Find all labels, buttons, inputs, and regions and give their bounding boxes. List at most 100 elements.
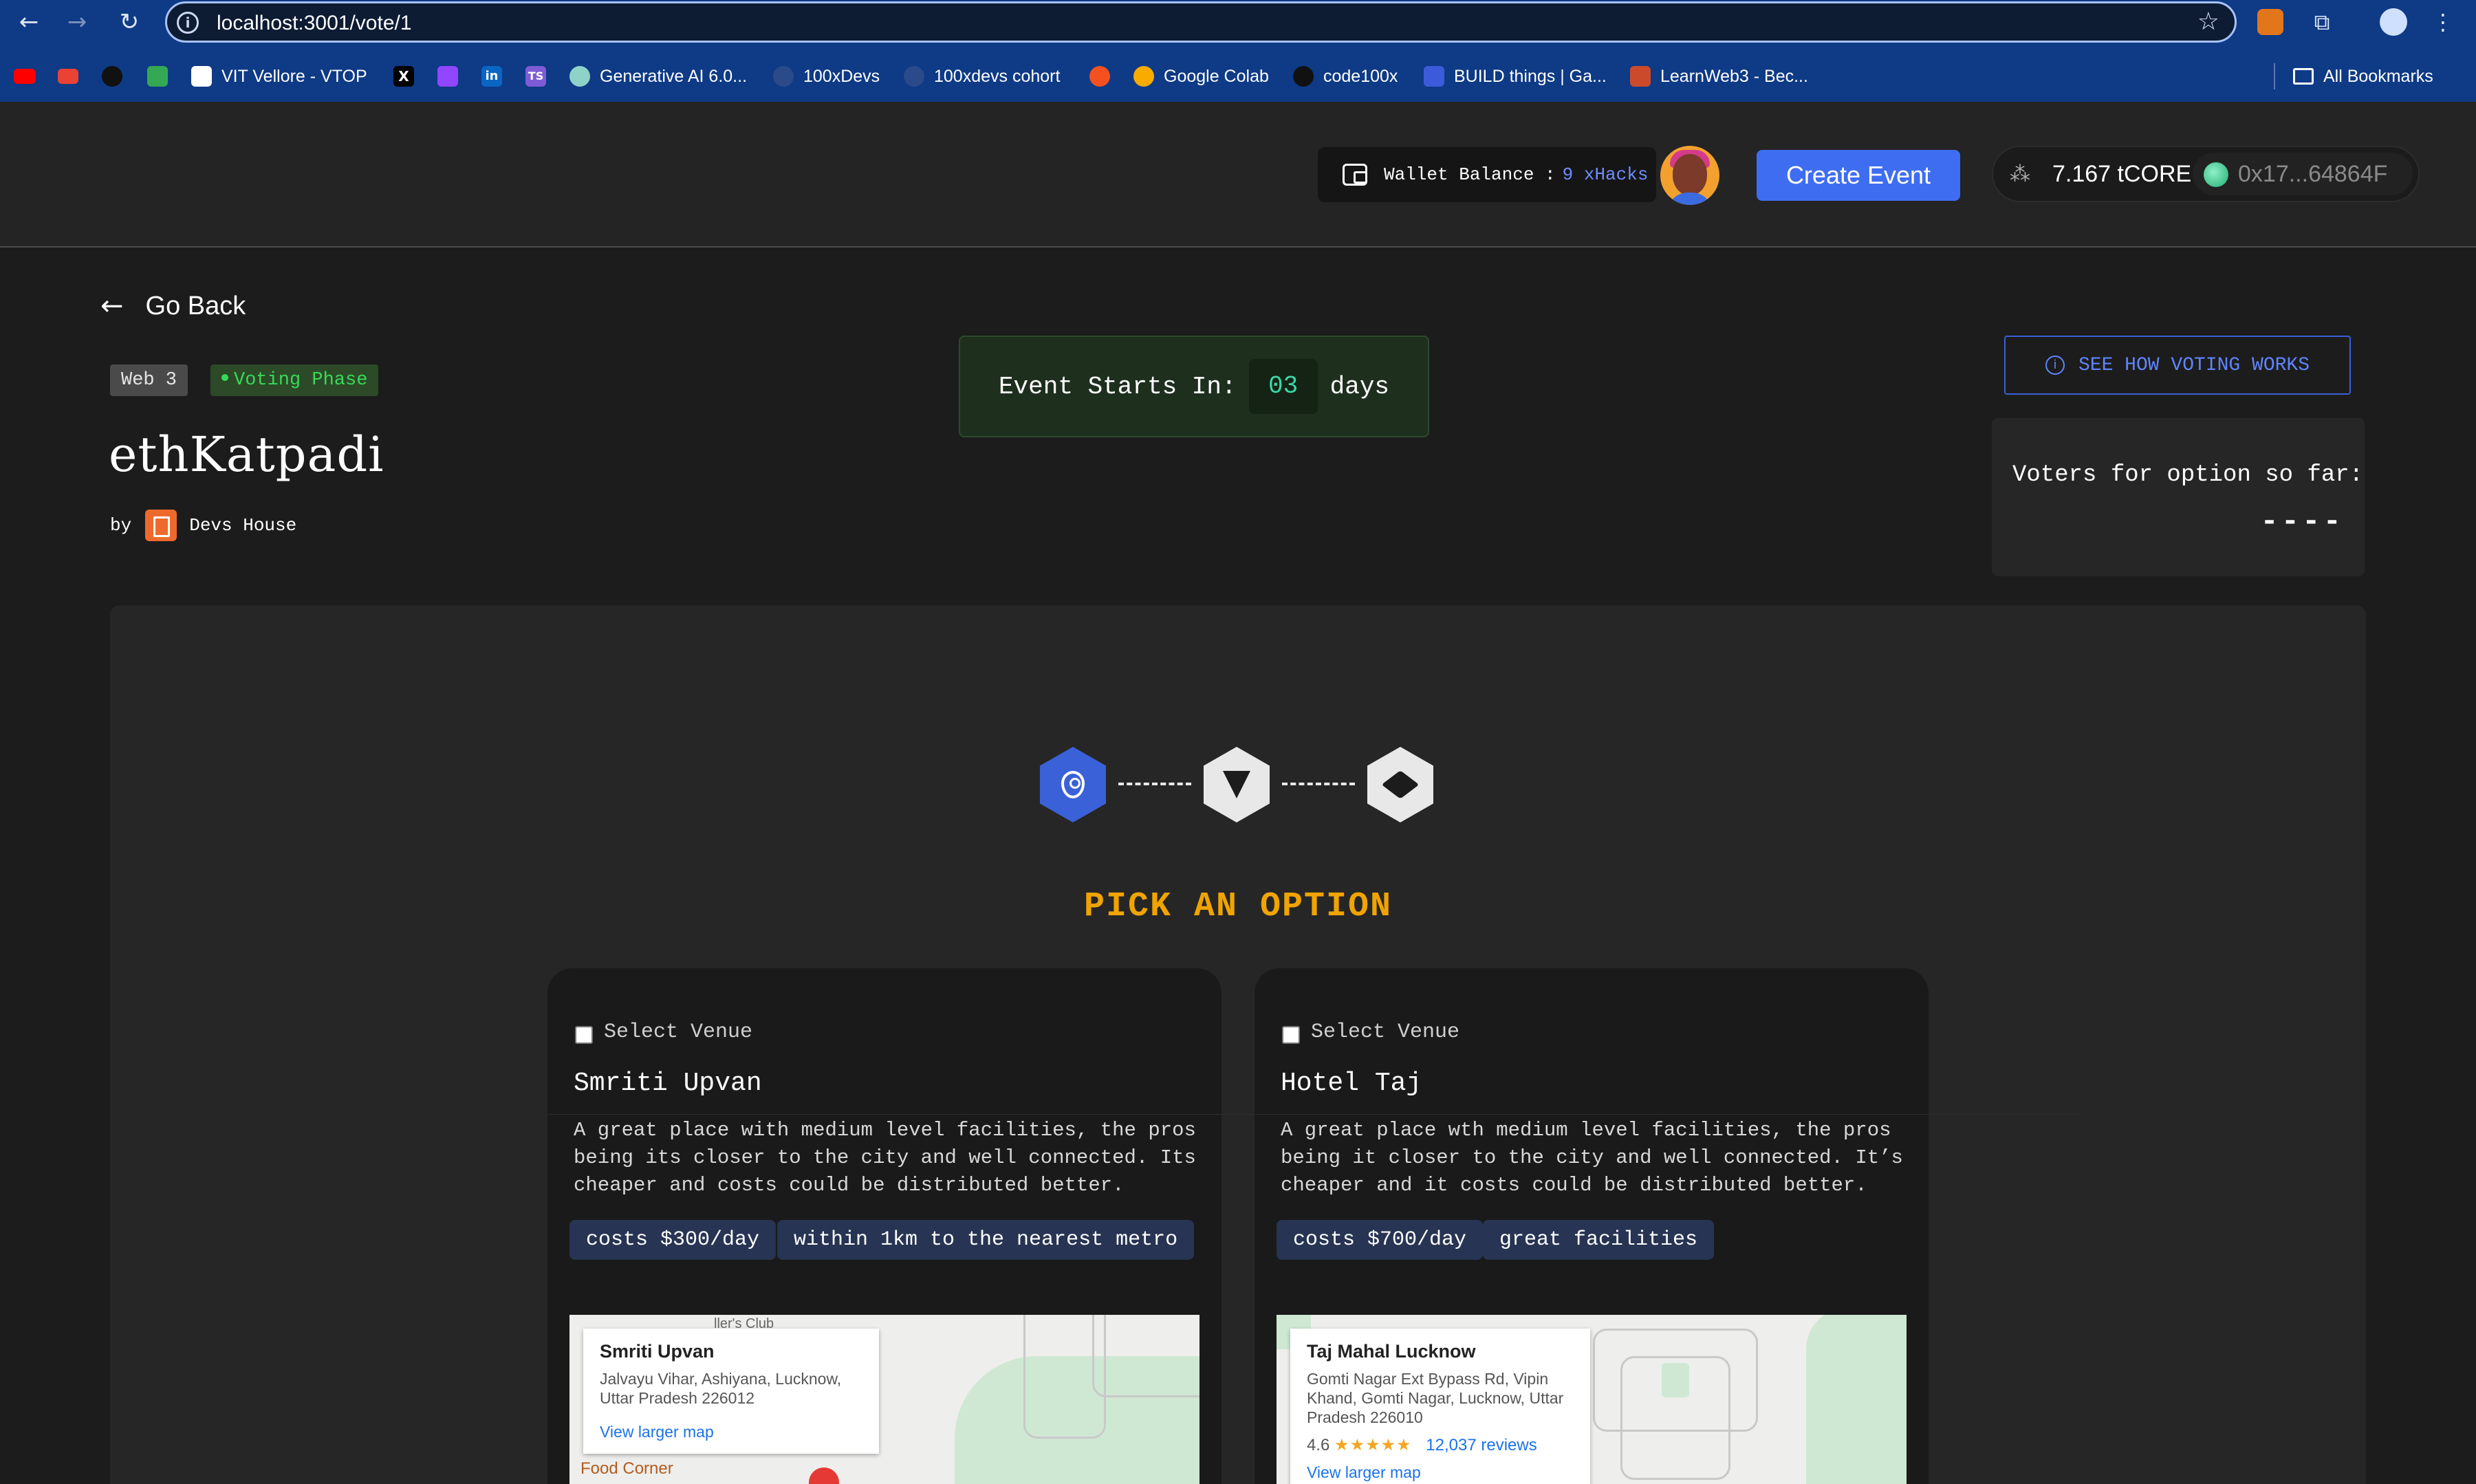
map-poi-label: Food Corner	[580, 1459, 673, 1478]
bookmark-youtube[interactable]	[14, 63, 45, 89]
option-card: Select Venue Hotel Taj A great place wth…	[1255, 968, 2080, 1484]
organizer-logo-icon	[145, 510, 177, 541]
step-connector	[1118, 783, 1191, 785]
voters-value: ----	[2260, 505, 2344, 539]
select-venue-label[interactable]: Select Venue	[604, 1021, 752, 1044]
bookmark-code100x[interactable]: code100x	[1293, 63, 1398, 89]
profile-avatar-icon[interactable]	[2380, 8, 2407, 36]
site-info-icon[interactable]: i	[177, 12, 199, 34]
venue-map[interactable]: Taj Mahal Lucknow Gomti Nagar Ext Bypass…	[1277, 1315, 1907, 1484]
bookmark-colab[interactable]: Google Colab	[1133, 63, 1269, 89]
network-icon: ⁂	[2010, 162, 2030, 186]
bookmark-label: 100xDevs	[803, 66, 880, 86]
countdown-unit: days	[1329, 372, 1390, 401]
bookmark-star-icon[interactable]: ☆	[2197, 8, 2219, 36]
extensions-puzzle-icon[interactable]: ⧉	[2307, 7, 2337, 37]
browser-menu-icon[interactable]: ⋮	[2428, 7, 2458, 37]
option-description: A great place wth medium level facilitie…	[1281, 1119, 1903, 1197]
pizza-icon	[1223, 771, 1250, 798]
go-back-link[interactable]: ← Go Back	[100, 289, 246, 323]
account-address: 0x17...64864F	[2238, 161, 2388, 187]
phase-label: Voting Phase	[234, 370, 368, 391]
genai-icon	[569, 66, 590, 87]
bookmark-100xdevs[interactable]: 100xDevs	[773, 63, 880, 89]
user-avatar[interactable]	[1660, 146, 1719, 205]
feature-chip: within 1km to the nearest metro	[777, 1220, 1195, 1260]
bookmark-twitch[interactable]	[437, 63, 468, 89]
app-header: Wallet Balance : 9 xHacks Create Event ⁂…	[0, 102, 2476, 248]
feature-chip: costs $700/day	[1277, 1220, 1484, 1260]
bookmark-github[interactable]	[102, 63, 132, 89]
countdown-value: 03	[1248, 359, 1318, 414]
select-venue-checkbox[interactable]	[1282, 1026, 1300, 1044]
typescript-icon: TS	[525, 66, 546, 87]
cube-icon	[1381, 770, 1420, 799]
all-bookmarks[interactable]: All Bookmarks	[2274, 63, 2433, 89]
build-icon	[1424, 66, 1444, 87]
avatar-shirt	[1667, 193, 1713, 205]
account-address-button[interactable]: 0x17...64864F	[2193, 153, 2413, 195]
folder-icon	[2293, 68, 2314, 85]
view-larger-map-link[interactable]: View larger map	[1307, 1463, 1574, 1482]
map-rating: 4.6 ★★★★★ 12,037 reviews	[1307, 1435, 1574, 1455]
network-account-pill[interactable]: ⁂ 7.167 tCORE 0x17...64864F	[1992, 146, 2420, 202]
map-place-address: Gomti Nagar Ext Bypass Rd, Vipin Khand, …	[1307, 1370, 1564, 1426]
map-place-address: Jalvayu Vihar, Ashiyana, Lucknow, Uttar …	[600, 1370, 842, 1407]
bookmark-meet[interactable]	[147, 63, 177, 89]
wallet-icon	[1343, 164, 1367, 186]
phase-tag: Voting Phase	[210, 364, 379, 396]
voters-count-card: Voters for option so far: ----	[1992, 418, 2365, 576]
feature-chip: costs $300/day	[569, 1220, 777, 1260]
reviews-link[interactable]: 12,037 reviews	[1426, 1436, 1536, 1454]
address-bar[interactable]: i localhost:3001/vote/1 ☆	[165, 1, 2237, 43]
colab-icon	[1133, 66, 1154, 87]
github-icon	[102, 66, 122, 87]
url-text[interactable]: localhost:3001/vote/1	[217, 12, 412, 35]
bookmark-genai[interactable]: Generative AI 6.0...	[569, 63, 747, 89]
bookmark-typescript[interactable]: TS	[525, 63, 556, 89]
rating-value: 4.6	[1307, 1436, 1330, 1454]
bookmarks-bar: VIT Vellore - VTOP X in TS Generative AI…	[0, 58, 2476, 94]
rating-stars-icon: ★★★★★	[1334, 1436, 1412, 1454]
metamask-extension-icon[interactable]	[2257, 9, 2283, 35]
option-name: Hotel Taj	[1281, 1069, 1422, 1098]
twitch-icon	[437, 66, 458, 87]
map-marker-icon[interactable]	[802, 1461, 846, 1484]
map-place-title: Smriti Upvan	[600, 1341, 715, 1362]
select-venue-label[interactable]: Select Venue	[1311, 1021, 1459, 1044]
bookmark-label: LearnWeb3 - Bec...	[1660, 66, 1808, 86]
bookmark-100xdevs-cohort[interactable]: 100xdevs cohort	[904, 63, 1060, 89]
bookmark-linkedin[interactable]: in	[481, 63, 512, 89]
see-how-voting-works-button[interactable]: i SEE HOW VOTING WORKS	[2004, 336, 2351, 395]
location-pin-icon	[1061, 771, 1085, 798]
bookmark-label: 100xdevs cohort	[934, 66, 1061, 86]
forward-arrow-icon[interactable]: →	[62, 7, 92, 37]
bookmark-vtop[interactable]: VIT Vellore - VTOP	[191, 63, 367, 89]
bookmark-build[interactable]: BUILD things | Ga...	[1424, 63, 1607, 89]
reload-icon[interactable]: ↻	[114, 7, 144, 37]
option-card: Select Venue Smriti Upvan A great place …	[547, 968, 1373, 1484]
linkedin-icon: in	[481, 66, 502, 87]
option-description: A great place with medium level faciliti…	[574, 1119, 1196, 1197]
select-venue-checkbox[interactable]	[575, 1026, 593, 1044]
bookmark-x[interactable]: X	[393, 63, 424, 89]
event-title: ethKatpadi	[109, 426, 384, 483]
bookmark-learnweb3[interactable]: LearnWeb3 - Bec...	[1630, 63, 1808, 89]
create-event-button[interactable]: Create Event	[1757, 150, 1960, 201]
venue-map[interactable]: ller's Club Food Corner Smriti Upvan Jal…	[569, 1315, 1199, 1484]
organizer-name[interactable]: Devs House	[189, 515, 296, 536]
pick-option-heading: PICK AN OPTION	[1083, 887, 1393, 926]
card-divider	[1255, 1114, 2080, 1115]
go-back-label: Go Back	[145, 291, 246, 320]
browser-chrome: ← → ↻ i localhost:3001/vote/1 ☆ ⧉ ⋮ VIT …	[0, 0, 2476, 102]
how-voting-label: SEE HOW VOTING WORKS	[2078, 354, 2310, 376]
bookmark-swirl[interactable]	[1089, 63, 1120, 89]
back-arrow-icon[interactable]: ←	[14, 7, 44, 37]
bookmark-gmail[interactable]	[58, 63, 88, 89]
option-name: Smriti Upvan	[574, 1069, 762, 1098]
view-larger-map-link[interactable]: View larger map	[600, 1423, 862, 1441]
countdown-label: Event Starts In:	[998, 372, 1237, 401]
100xdevs-icon	[773, 66, 794, 87]
bookmark-label: VIT Vellore - VTOP	[221, 66, 367, 86]
vtop-icon	[191, 66, 212, 87]
